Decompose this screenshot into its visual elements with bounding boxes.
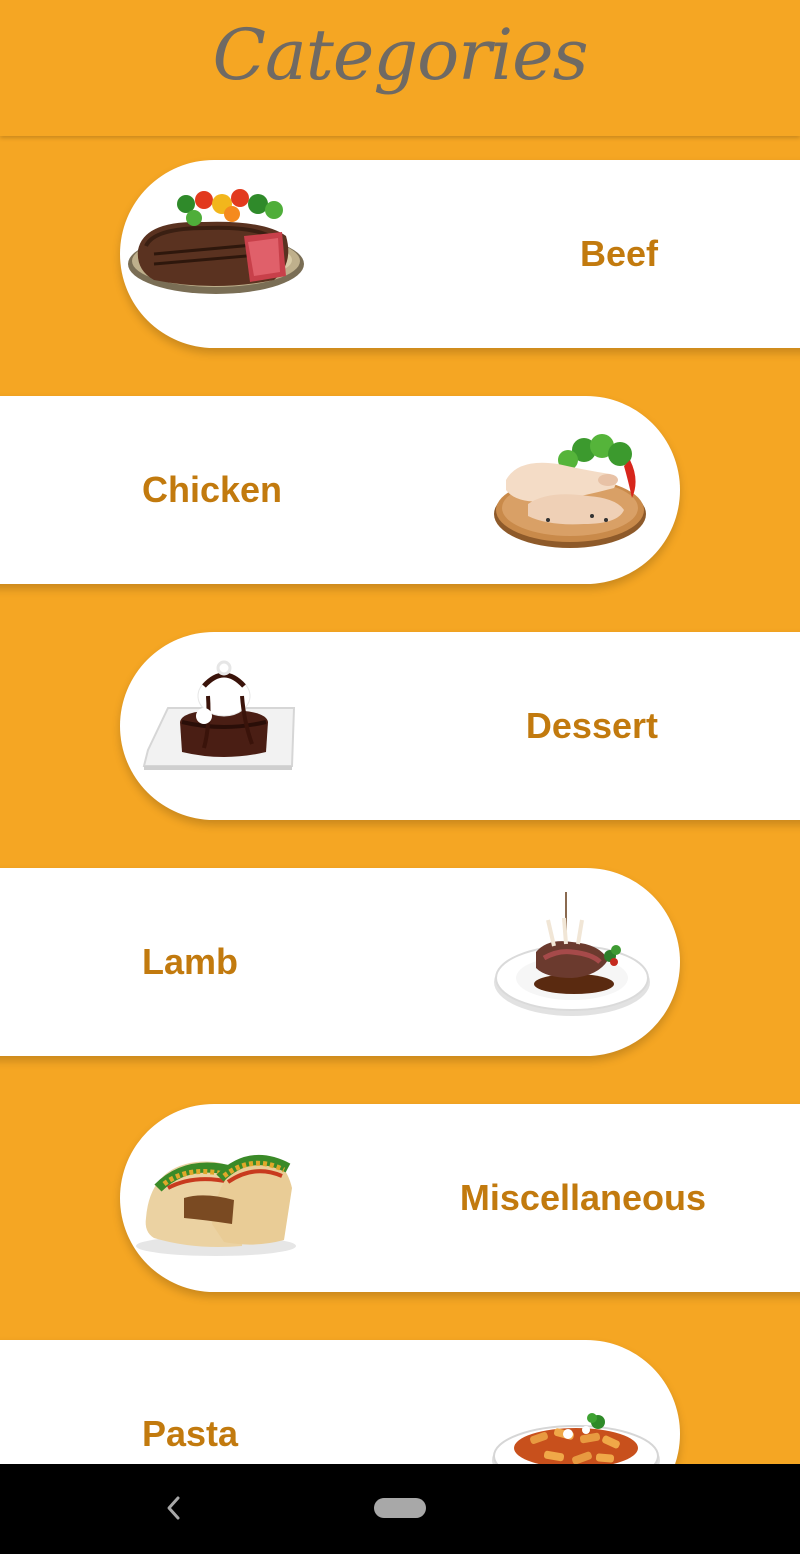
category-card-lamb[interactable]: Lamb [0,868,680,1056]
category-card-chicken[interactable]: Chicken [0,396,680,584]
beef-steak-plate-image [128,189,304,294]
category-label-chicken: Chicken [142,469,283,510]
category-card-dessert[interactable]: Dessert [120,632,800,820]
category-label-beef: Beef [579,233,658,274]
page-title: Categories [212,14,589,96]
chicken-legs-board-image [494,434,646,548]
category-card-pasta[interactable]: Pasta [0,1340,680,1464]
pasta-bowl-image [492,1413,660,1464]
category-label-dessert: Dessert [525,705,658,746]
category-label-pasta: Pasta [142,1413,239,1454]
chocolate-dessert-plate-image [142,660,296,770]
lamb-chops-plate-image [494,892,650,1016]
category-card-miscellaneous[interactable]: Miscellaneous [120,1104,800,1292]
app-root: Categories Beef Chicken Dessert Lamb Mis… [0,0,800,1554]
category-card-beef[interactable]: Beef [120,160,800,348]
tacos-image [136,1155,296,1256]
back-chevron-icon[interactable] [160,1488,188,1528]
category-label-lamb: Lamb [142,941,239,982]
home-pill-icon[interactable] [374,1498,426,1518]
top-app-bar: Categories [0,0,800,136]
category-list[interactable]: Beef Chicken Dessert Lamb Miscellaneous … [0,136,800,1464]
category-label-miscellaneous: Miscellaneous [459,1177,706,1218]
system-navigation-bar [0,1464,800,1554]
